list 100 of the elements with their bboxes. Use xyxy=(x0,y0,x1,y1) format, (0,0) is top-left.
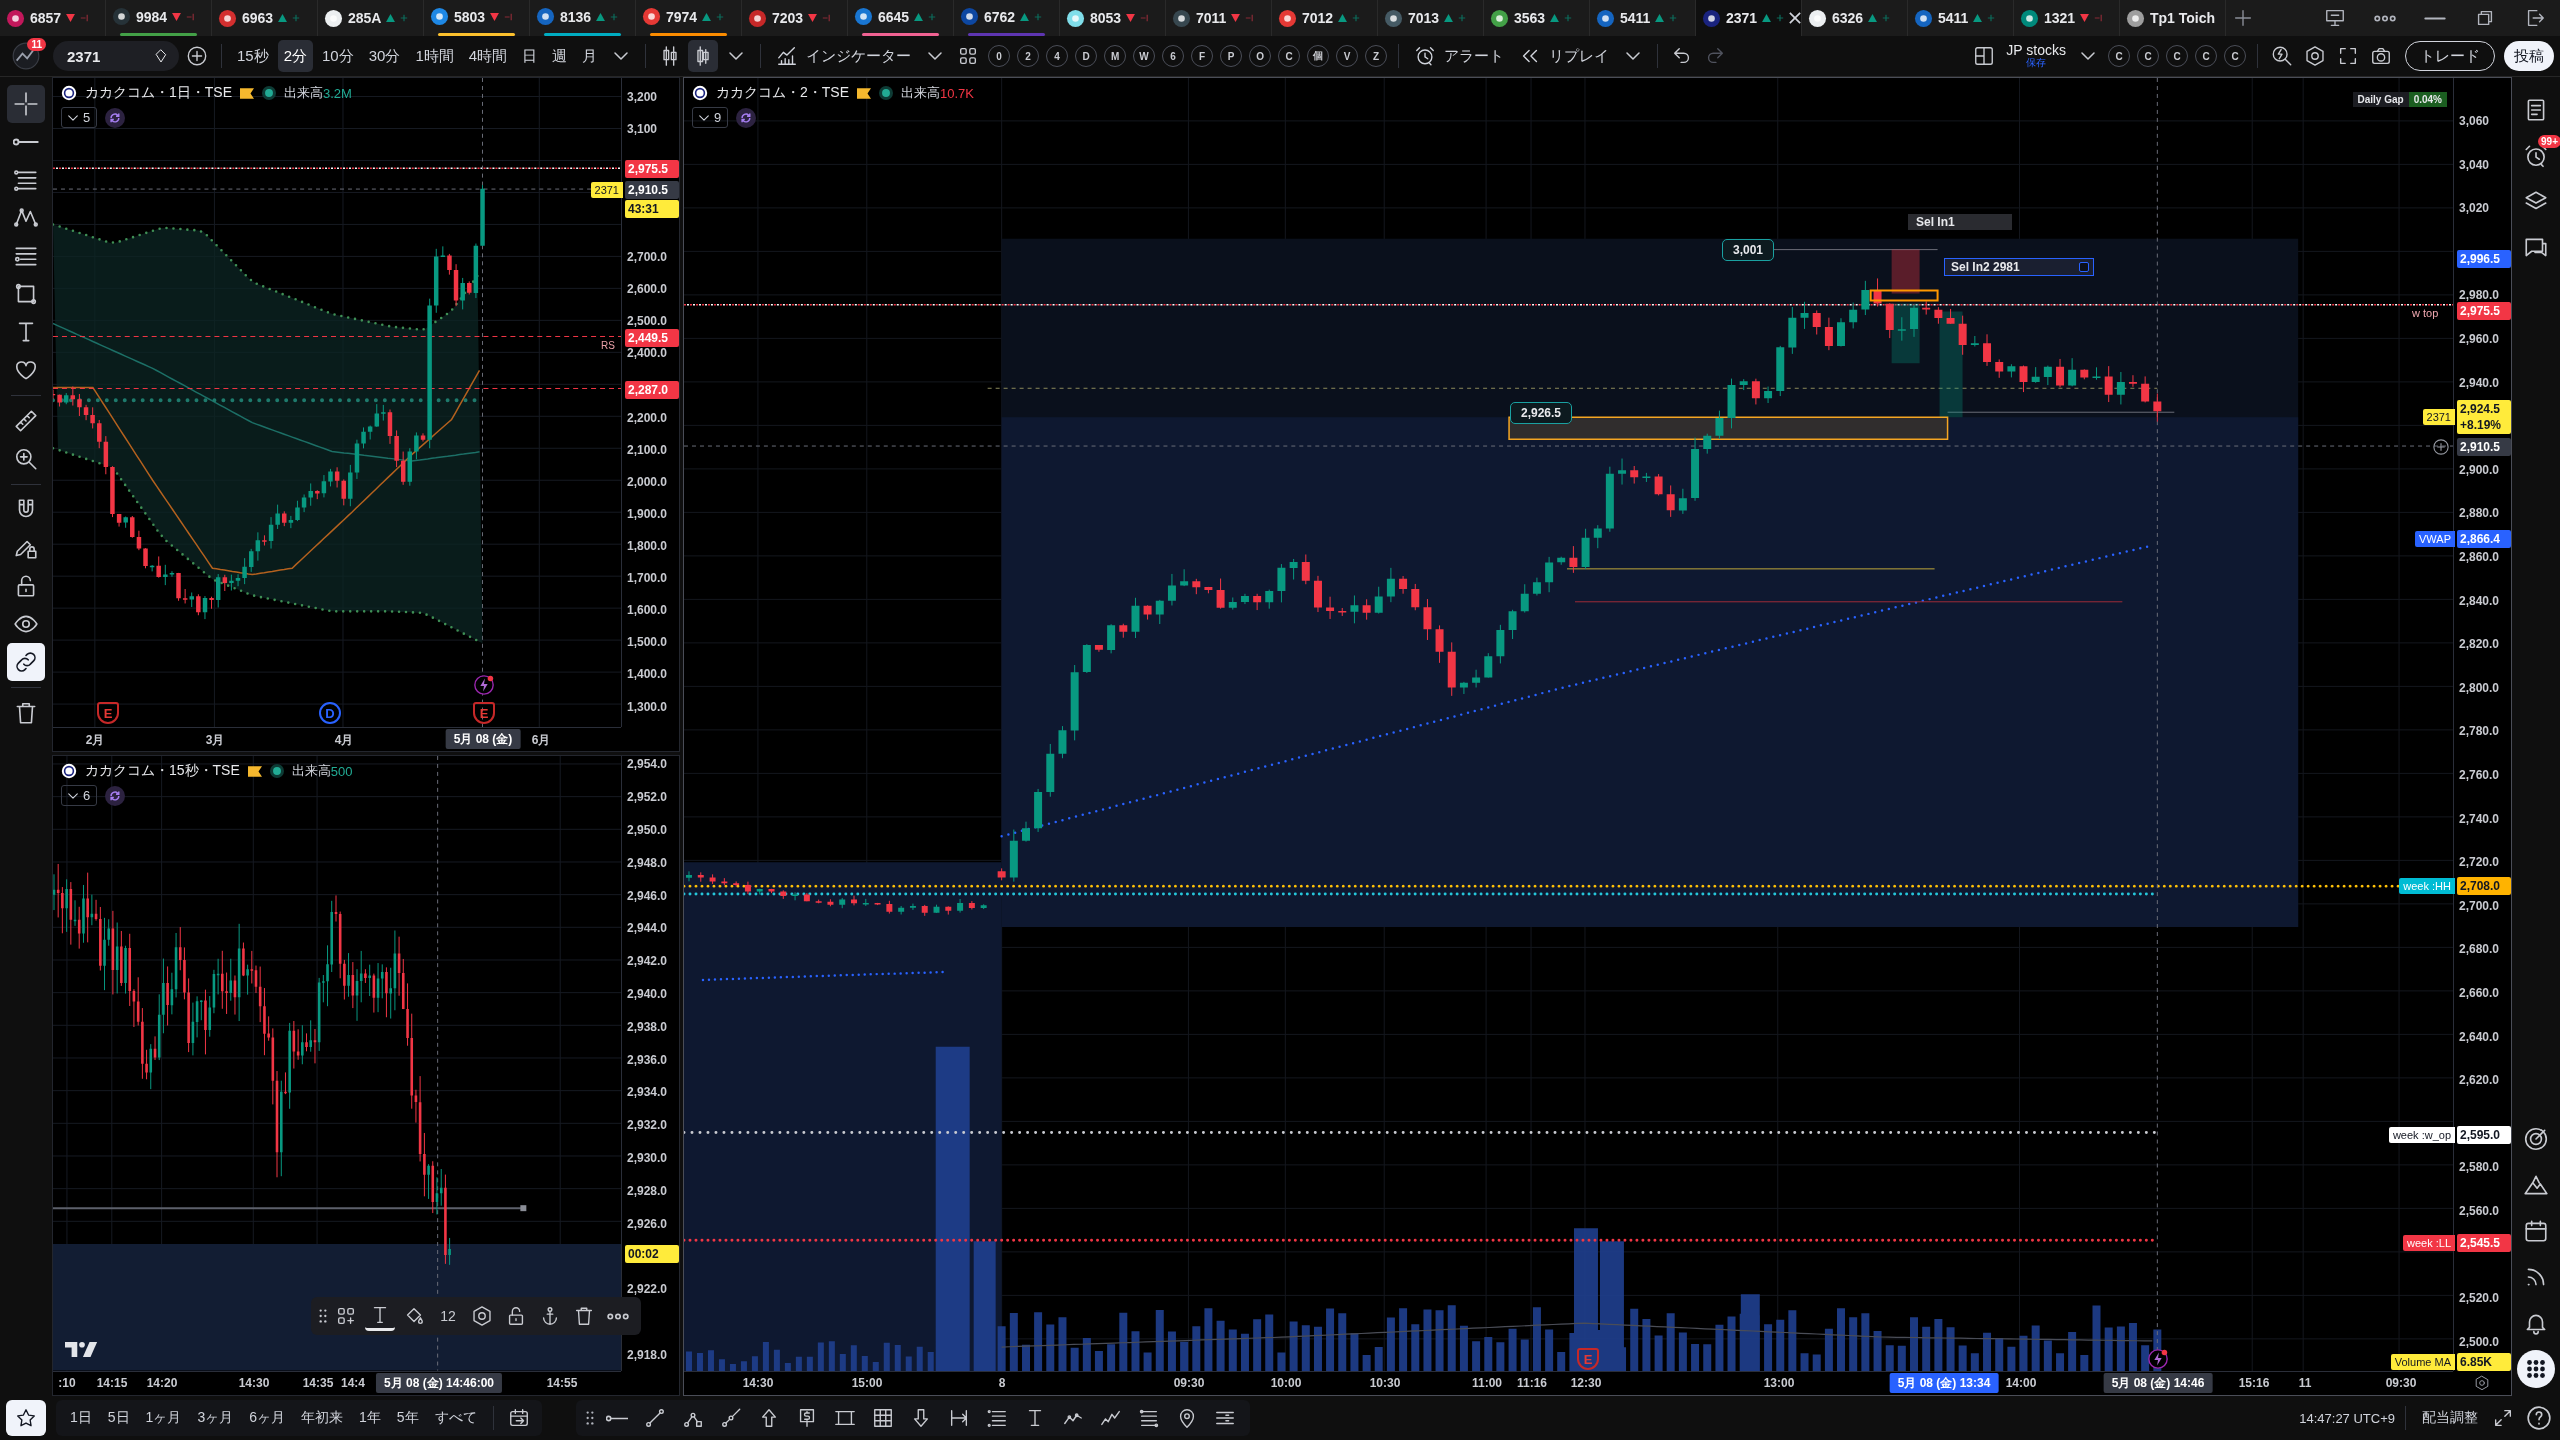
time-tick: 10:30 xyxy=(1369,1376,1401,1390)
target-icon xyxy=(2523,1126,2549,1152)
drawing-tool-button[interactable] xyxy=(7,643,45,681)
alarm-clock-icon xyxy=(2523,143,2549,169)
plus-icon xyxy=(1034,12,1043,21)
interval-button[interactable]: 4時間 xyxy=(462,40,514,72)
price-tick: 2,952.0 xyxy=(627,789,668,806)
sync-icon[interactable] xyxy=(105,786,126,806)
price-tick: 2,880.0 xyxy=(2459,505,2500,522)
alert-button[interactable]: アラート xyxy=(1408,40,1511,72)
logo-icon xyxy=(1490,8,1509,28)
price-label: 2,708.0 xyxy=(2457,877,2511,895)
price-tick: 2,740.0 xyxy=(2459,810,2500,827)
price-label: 2,975.5 xyxy=(2457,302,2511,320)
drag-handle-icon[interactable] xyxy=(319,1309,327,1324)
time-tick: 8 xyxy=(998,1376,1006,1390)
interval-button[interactable]: 2分 xyxy=(277,40,314,72)
interval-button[interactable]: 週 xyxy=(546,40,574,72)
chart-line-icon xyxy=(776,45,799,67)
logo-icon xyxy=(1384,8,1403,28)
logo-icon xyxy=(960,7,979,26)
drawing-tool-button[interactable] xyxy=(7,85,45,123)
time-tick: 13:00 xyxy=(1763,1376,1795,1390)
symbol-tab[interactable]: 2371 xyxy=(1696,0,1802,36)
sidebar-button[interactable] xyxy=(2517,1350,2555,1388)
price-tick: 2,760.0 xyxy=(2459,767,2500,783)
logo-icon xyxy=(1278,8,1297,28)
time-tick: 15:16 xyxy=(2238,1376,2270,1390)
price-tick: 2,922.0 xyxy=(627,1281,668,1298)
price-tick: 3,040 xyxy=(2459,156,2490,173)
plus-icon xyxy=(1458,14,1467,22)
price-tick: 2,620.0 xyxy=(2459,1072,2500,1089)
price-tick: 1,500.0 xyxy=(627,634,668,651)
close-icon[interactable] xyxy=(1789,12,1802,24)
account-button[interactable]: 11 xyxy=(8,39,44,73)
price-label: 2,449.5 xyxy=(625,328,679,347)
plus-icon xyxy=(1352,14,1361,22)
chevron-down-icon xyxy=(2081,52,2095,60)
interval-button[interactable]: 15秒 xyxy=(231,40,275,72)
settings-icon[interactable] xyxy=(2474,1375,2490,1391)
chevron-down-icon xyxy=(928,52,943,60)
price-tick: 2,944.0 xyxy=(627,920,668,937)
price-tick: 1,700.0 xyxy=(627,570,668,587)
price-tick: 1,300.0 xyxy=(627,698,668,715)
plus-icon xyxy=(610,12,619,21)
minus-icon xyxy=(1245,14,1254,22)
time-cursor-label: 5月 08 (金) 14:46 xyxy=(2103,1373,2213,1393)
time-tick: 11:16 xyxy=(1517,1376,1547,1390)
legend-toggle-button[interactable]: 6 xyxy=(61,785,98,807)
minus-icon xyxy=(504,12,513,21)
interval-button[interactable]: 日 xyxy=(516,40,544,72)
logo-icon xyxy=(61,763,77,780)
chevron-down-icon xyxy=(68,793,78,799)
range-button[interactable]: 3ヶ月 xyxy=(191,1405,240,1431)
price-tick: 3,020 xyxy=(2459,200,2490,217)
layout-name[interactable]: JP stocks xyxy=(2006,43,2066,59)
price-tick: 2,660.0 xyxy=(2459,985,2500,1001)
range-button[interactable]: 5日 xyxy=(101,1405,136,1431)
price-tick: 2,926.0 xyxy=(627,1215,668,1232)
price-tick: 2,800.0 xyxy=(2459,679,2500,696)
symbol-search-field[interactable]: 2371 xyxy=(53,41,179,71)
range-button[interactable]: 6ヶ月 xyxy=(243,1405,291,1431)
chevron-down-icon xyxy=(729,52,744,60)
interval-button[interactable]: 1時間 xyxy=(409,40,460,72)
plus-icon xyxy=(2232,7,2254,29)
interval-button[interactable]: 月 xyxy=(576,40,604,72)
minimize-icon xyxy=(2424,14,2446,22)
logo-icon xyxy=(748,8,767,28)
range-button[interactable]: 1ヶ月 xyxy=(139,1405,188,1431)
avatar-icon xyxy=(12,42,40,70)
plus-icon xyxy=(400,14,409,22)
chart-title[interactable]: カカクコム・15秒・TSE xyxy=(85,762,240,781)
interval-button[interactable]: 10分 xyxy=(316,40,360,72)
logo-icon xyxy=(65,1340,99,1359)
logo-icon xyxy=(2126,8,2145,28)
status-dot-icon xyxy=(269,764,284,779)
chart-style-button[interactable] xyxy=(688,40,719,72)
plus-icon xyxy=(1564,14,1573,22)
replay-button[interactable]: リプレイ xyxy=(1513,40,1616,72)
price-tick: 2,500.0 xyxy=(2459,1333,2500,1350)
price-tick: 2,560.0 xyxy=(2459,1203,2500,1219)
publish-button[interactable]: 投稿 xyxy=(2504,41,2554,71)
favorites-button[interactable] xyxy=(6,1400,46,1436)
price-tick: 2,940.0 xyxy=(627,986,668,1003)
range-button[interactable]: 年初来 xyxy=(295,1405,349,1431)
price-tick: 2,934.0 xyxy=(627,1084,668,1101)
minus-icon xyxy=(1140,14,1149,22)
logo-icon xyxy=(2020,8,2039,28)
dividend-adjust-button[interactable]: 配当調整 xyxy=(2416,1405,2484,1431)
interval-button[interactable]: 30分 xyxy=(362,40,407,72)
range-button[interactable]: 5年 xyxy=(390,1405,425,1431)
range-button[interactable]: すべて xyxy=(428,1405,483,1431)
link-icon xyxy=(13,649,39,675)
price-tick: 2,940.0 xyxy=(2459,374,2500,391)
range-button[interactable]: 1年 xyxy=(353,1405,387,1431)
drag-handle-icon[interactable] xyxy=(585,1411,594,1425)
font-size-button[interactable]: 12 xyxy=(433,1301,463,1332)
indicators-button[interactable]: インジケーター xyxy=(770,40,918,72)
range-button[interactable]: 1日 xyxy=(64,1405,98,1431)
price-tick: 2,400.0 xyxy=(627,345,668,362)
